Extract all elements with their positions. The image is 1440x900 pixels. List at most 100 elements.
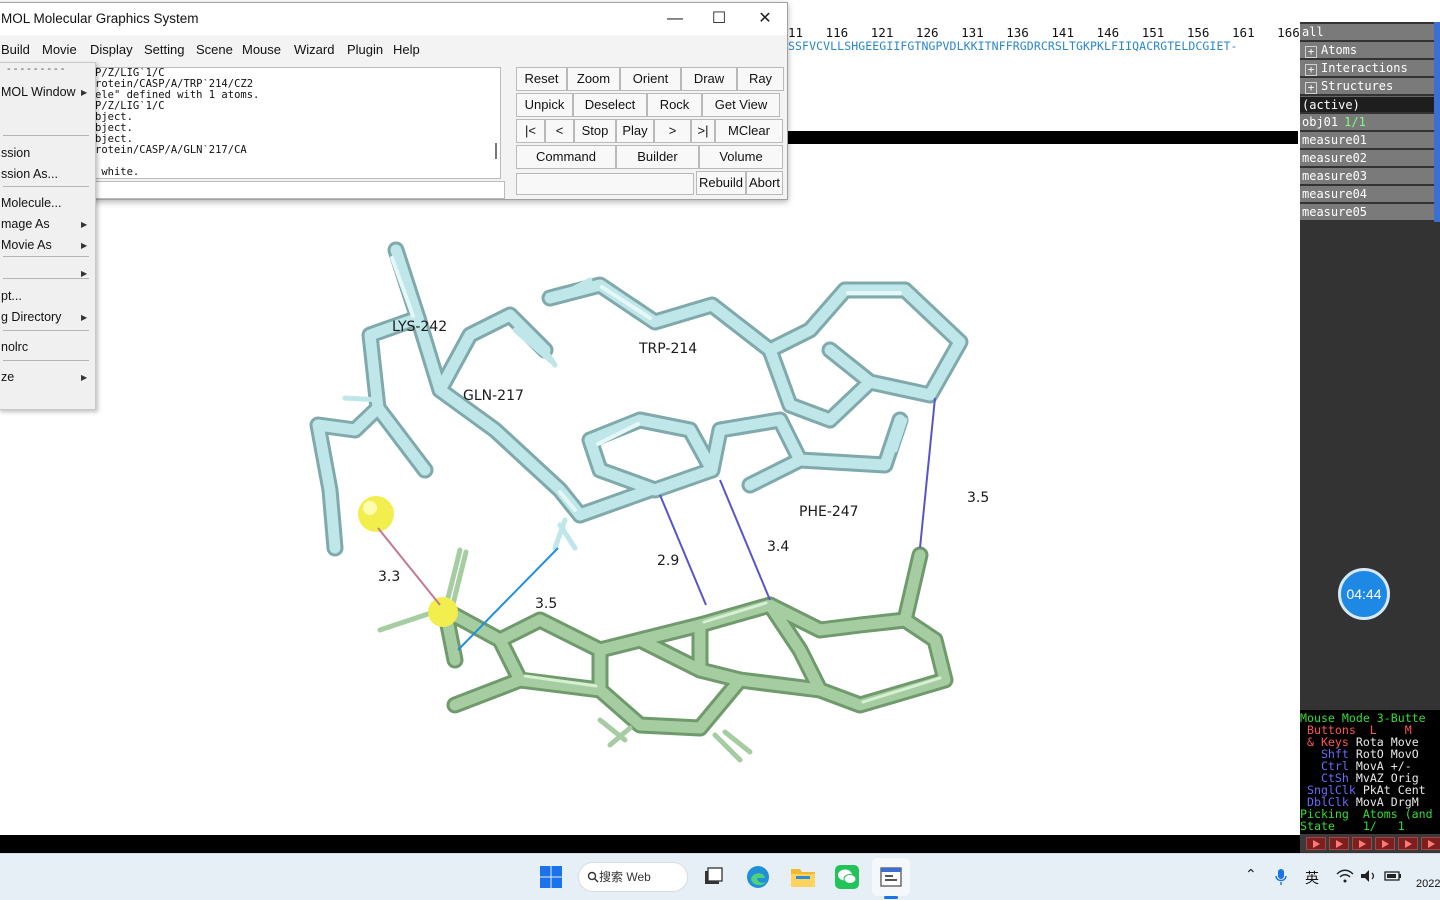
button-nav5[interactable]: >| xyxy=(691,119,715,143)
volume-icon[interactable] xyxy=(1360,869,1378,883)
object-name: Atoms xyxy=(1321,43,1358,57)
command-input[interactable] xyxy=(83,181,505,199)
wifi-icon[interactable] xyxy=(1336,869,1354,883)
file-menu-item[interactable]: g Directory xyxy=(1,310,61,324)
secondary-input[interactable] xyxy=(516,173,694,195)
sequence-residues[interactable]: SSFVCVLLSHGEEGIIFGTNGPVDLKKITNFFRGDRCRSL… xyxy=(788,39,1300,53)
task-view-icon[interactable] xyxy=(702,865,724,887)
object-panel-scroll[interactable] xyxy=(1434,22,1440,222)
button-command[interactable]: Command xyxy=(516,145,616,169)
button-rebuild[interactable]: Rebuild xyxy=(696,171,746,195)
submenu-arrow-icon: ▶ xyxy=(81,88,88,97)
menu-mouse[interactable]: Mouse xyxy=(242,42,281,57)
file-menu-item[interactable]: ssion As... xyxy=(1,167,58,181)
file-menu-item[interactable]: ze xyxy=(1,370,14,384)
title-bar[interactable]: MOL Molecular Graphics System — ☐ ✕ xyxy=(0,3,787,35)
console-line: white. xyxy=(95,167,140,178)
file-menu-item[interactable]: Movie As xyxy=(1,238,52,252)
menu-display[interactable]: Display xyxy=(90,42,133,57)
menu-setting[interactable]: Setting xyxy=(144,42,184,57)
object-row-measure04[interactable]: measure04 xyxy=(1300,186,1434,202)
file-menu-item[interactable]: pt... xyxy=(1,289,22,303)
ime-indicator[interactable]: 英 xyxy=(1305,868,1319,888)
taskbar-search[interactable]: 搜索 Web xyxy=(578,862,688,892)
file-menu-item[interactable]: Molecule... xyxy=(1,196,61,210)
microphone-icon[interactable] xyxy=(1274,868,1288,886)
movie-last-button[interactable] xyxy=(1421,837,1440,850)
movie-forward-button[interactable] xyxy=(1398,837,1418,850)
button-getview[interactable]: Get View xyxy=(702,93,780,117)
battery-icon[interactable] xyxy=(1384,869,1402,883)
button-mclear[interactable]: MClear xyxy=(715,119,783,143)
menu-wizard[interactable]: Wizard xyxy=(294,42,334,57)
file-menu-item[interactable]: nolrc xyxy=(1,340,28,354)
button-nav4[interactable]: > xyxy=(654,119,691,143)
button-builder[interactable]: Builder xyxy=(616,145,699,169)
object-name: measure03 xyxy=(1302,169,1368,183)
object-row-measure01[interactable]: measure01 xyxy=(1300,132,1434,148)
menu-help[interactable]: Help xyxy=(393,42,420,57)
edge-browser-icon[interactable] xyxy=(746,865,770,889)
object-row-active[interactable]: (active) xyxy=(1300,96,1434,112)
movie-first-button[interactable] xyxy=(1306,837,1326,850)
object-row-structures[interactable]: + Structures xyxy=(1300,78,1434,94)
object-row-atoms[interactable]: + Atoms xyxy=(1300,42,1434,58)
sequence-scrollbar[interactable] xyxy=(788,131,1298,144)
recording-timer[interactable]: 04:44 xyxy=(1338,568,1390,620)
menu-build[interactable]: Build xyxy=(1,42,30,57)
expand-plus-icon[interactable]: + xyxy=(1305,46,1317,58)
menu-separator xyxy=(3,330,89,331)
output-console[interactable]: P/Z/LIG`1/C rotein/CASP/A/TRP`214/CZ2 ele"… xyxy=(83,67,501,179)
button-draw[interactable]: Draw xyxy=(681,67,737,91)
wechat-icon[interactable] xyxy=(835,865,859,889)
menu-separator xyxy=(3,186,89,187)
object-row-obj01[interactable]: obj01 1/1 xyxy=(1300,114,1434,130)
expand-plus-icon[interactable]: + xyxy=(1305,82,1317,94)
minimize-button[interactable]: — xyxy=(655,7,695,31)
active-app-indicator xyxy=(884,896,898,899)
movie-play-button[interactable] xyxy=(1375,837,1395,850)
pymol-app-icon[interactable] xyxy=(879,865,903,889)
file-explorer-icon[interactable] xyxy=(790,865,816,889)
chevron-up-icon[interactable]: ⌃ xyxy=(1245,866,1257,883)
movie-stop-button[interactable] xyxy=(1352,837,1372,850)
sulfur-atom[interactable] xyxy=(358,496,394,532)
menu-plugin[interactable]: Plugin xyxy=(347,42,383,57)
taskbar: 搜索 Web ⌃ 英 2022 xyxy=(0,853,1440,900)
windows-start-icon[interactable] xyxy=(539,865,563,889)
file-menu-item[interactable]: ssion xyxy=(1,146,30,160)
button-rock[interactable]: Rock xyxy=(647,93,702,117)
button-stop[interactable]: Stop xyxy=(574,119,616,143)
desktop: LYS-242 GLN-217 TRP-214 PHE-247 3.3 3.5 … xyxy=(0,0,1440,900)
movie-back-button[interactable] xyxy=(1329,837,1349,850)
button-volume[interactable]: Volume xyxy=(699,145,783,169)
button-orient[interactable]: Orient xyxy=(620,67,681,91)
object-row-measure03[interactable]: measure03 xyxy=(1300,168,1434,184)
menu-movie[interactable]: Movie xyxy=(42,42,77,57)
console-scrollbar[interactable] xyxy=(495,143,497,159)
button-nav0[interactable]: |< xyxy=(516,119,545,143)
button-deselect[interactable]: Deselect xyxy=(573,93,647,117)
residue-label-gln217: GLN-217 xyxy=(463,388,524,404)
file-menu-tearoff[interactable]: - - - - - - - - - xyxy=(7,63,64,75)
object-row-measure05[interactable]: measure05 xyxy=(1300,204,1434,220)
button-zoom[interactable]: Zoom xyxy=(567,67,620,91)
ligand-sulfur-atom[interactable] xyxy=(428,597,458,627)
button-nav1[interactable]: < xyxy=(545,119,574,143)
maximize-button[interactable]: ☐ xyxy=(699,7,739,31)
object-row-measure02[interactable]: measure02 xyxy=(1300,150,1434,166)
expand-plus-icon[interactable]: + xyxy=(1305,64,1317,76)
close-button[interactable]: ✕ xyxy=(745,7,785,31)
button-play[interactable]: Play xyxy=(616,119,654,143)
object-row-interactions[interactable]: + Interactions xyxy=(1300,60,1434,76)
file-menu-item[interactable]: MOL Window xyxy=(1,85,76,99)
button-abort[interactable]: Abort xyxy=(746,171,783,195)
button-ray[interactable]: Ray xyxy=(737,67,784,91)
menu-scene[interactable]: Scene xyxy=(196,42,233,57)
object-row-all[interactable]: all xyxy=(1300,24,1434,40)
button-reset[interactable]: Reset xyxy=(516,67,567,91)
taskbar-clock[interactable]: 2022 xyxy=(1416,878,1440,890)
button-unpick[interactable]: Unpick xyxy=(516,93,573,117)
file-menu-item[interactable]: mage As xyxy=(1,217,50,231)
